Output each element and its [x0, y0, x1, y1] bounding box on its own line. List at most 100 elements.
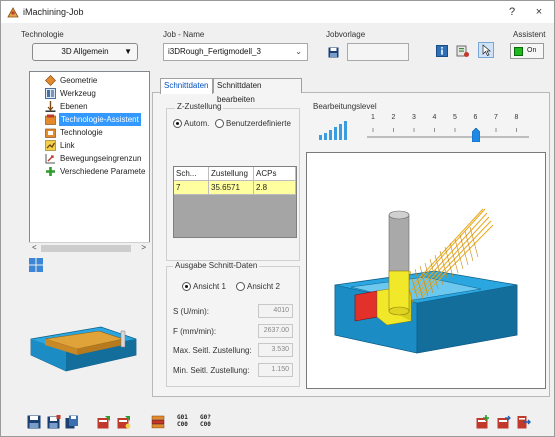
table-header-cell[interactable]: Zustellung	[209, 167, 254, 181]
max-stepover-label: Max. Seitl. Zustellung:	[173, 346, 252, 355]
tree-item-label: Werkzeug	[60, 89, 96, 98]
z-feed-label: Z-Zustellung	[175, 102, 224, 111]
spindle-speed-label: S (U/min):	[173, 307, 209, 316]
table-header-cell[interactable]: ACPs	[254, 167, 296, 181]
feed-rate-value: 2637.00	[258, 324, 293, 338]
table-cell: 35.6571	[209, 181, 254, 195]
grid-view-icon[interactable]	[29, 258, 43, 272]
tool-icon	[45, 88, 56, 99]
imachining-job-dialog: iMachining-Job ? × Technologie Job - Nam…	[0, 0, 555, 437]
technology-select-value: 3D Allgemein	[61, 47, 109, 56]
machining-level-slider[interactable]	[363, 120, 533, 142]
exit-job-icon[interactable]	[517, 415, 531, 429]
machining-level-label: Bearbeitungslevel	[313, 102, 377, 111]
tree-item-link[interactable]: Link	[30, 139, 149, 152]
slider-thumb[interactable]	[471, 128, 480, 142]
gcode-button-1[interactable]: G01 C00	[177, 414, 188, 428]
info-icon[interactable]	[436, 45, 448, 57]
pointer-cursor-icon[interactable]	[478, 42, 494, 58]
geometry-icon	[45, 75, 56, 86]
feed-rate-label: F (mm/min):	[173, 327, 217, 336]
min-stepover-value: 1.150	[258, 363, 293, 377]
radio-auto[interactable]	[173, 119, 182, 128]
scroll-right-arrow[interactable]: >	[141, 243, 146, 252]
technology-select[interactable]: 3D Allgemein ▼	[32, 43, 138, 61]
table-header-row: Sch... Zustellung ACPs	[174, 167, 296, 181]
radio-view-1-label: Ansicht 1	[193, 282, 226, 291]
3d-viewport[interactable]	[306, 152, 546, 389]
tree-item-label: Verschiedene Paramete	[60, 167, 146, 176]
assistant-label: Assistent	[513, 30, 546, 39]
tree-item-technologie-assistent[interactable]: Technologie-Assistent	[30, 113, 149, 126]
technology-icon	[45, 128, 56, 138]
table-cell: 2.8	[254, 181, 296, 195]
template-field[interactable]	[347, 43, 409, 61]
radio-view-2-label: Ansicht 2	[247, 282, 280, 291]
technology-label: Technologie	[21, 30, 64, 39]
radio-auto-label: Autom.	[184, 119, 210, 128]
tree-item-label: Link	[60, 141, 75, 150]
tree-horizontal-scrollbar[interactable]: < >	[29, 242, 150, 254]
tree-item-label: Technologie-Assistent	[59, 113, 141, 126]
template-label: Jobvorlage	[326, 30, 366, 39]
app-icon	[7, 7, 19, 18]
misc-params-icon	[46, 167, 55, 176]
radio-view-2[interactable]	[236, 282, 245, 291]
help-button[interactable]: ?	[501, 4, 523, 20]
output-label: Ausgabe Schnitt-Daten	[173, 261, 260, 270]
motion-limit-icon	[45, 154, 55, 164]
window-title: iMachining-Job	[23, 7, 84, 17]
save-as-icon[interactable]	[47, 415, 61, 429]
table-row[interactable]: 7 35.6571 2.8	[174, 181, 296, 195]
radio-user-defined[interactable]	[215, 119, 224, 128]
status-led-icon	[514, 47, 523, 56]
save-template-icon[interactable]	[328, 47, 339, 58]
tech-assistant-icon	[45, 114, 56, 125]
tree-item-label: Geometrie	[60, 76, 98, 85]
toolpath-3d-view	[334, 208, 518, 354]
gcode-button-2[interactable]: G0? C00	[200, 414, 211, 428]
cut-data-table: Sch... Zustellung ACPs 7 35.6571 2.8	[173, 166, 297, 238]
level-bars-icon	[319, 121, 347, 140]
assistant-toggle-label: On	[527, 47, 537, 54]
add-job-icon[interactable]	[476, 415, 490, 429]
calculate-simulate-icon[interactable]	[117, 415, 131, 429]
table-header-cell[interactable]: Sch...	[174, 167, 209, 181]
chevron-down-icon: ▼	[124, 47, 132, 56]
tree-item-ebenen[interactable]: Ebenen	[30, 100, 149, 113]
save-icon[interactable]	[27, 415, 41, 429]
part-preview-image	[30, 326, 137, 372]
tab-schnittdaten-bearbeiten[interactable]: Schnittdaten bearbeiten	[213, 78, 302, 104]
scroll-thumb[interactable]	[41, 245, 131, 252]
assistant-toggle[interactable]: On	[510, 43, 544, 59]
title-bar: iMachining-Job ? ×	[1, 1, 554, 23]
tree-item-label: Technologie	[60, 128, 103, 137]
tab-schnittdaten[interactable]: Schnittdaten	[160, 78, 213, 94]
table-cell: 7	[174, 181, 209, 195]
min-stepover-label: Min. Seitl. Zustellung:	[173, 366, 250, 375]
levels-icon	[45, 101, 56, 112]
toolpath-stack-icon[interactable]	[151, 415, 165, 429]
radio-view-1[interactable]	[182, 282, 191, 291]
save-all-icon[interactable]	[65, 415, 79, 429]
tree-item-verschiedene-parameter[interactable]: Verschiedene Paramete	[30, 165, 149, 178]
export-job-icon[interactable]	[497, 415, 511, 429]
database-icon[interactable]	[456, 44, 470, 58]
tree-item-geometrie[interactable]: Geometrie	[30, 74, 149, 87]
tree-item-label: Bewegungseingrenzun	[60, 154, 142, 163]
link-icon	[45, 140, 56, 151]
job-name-value: i3DRough_Fertigmodell_3	[168, 47, 261, 56]
max-stepover-value: 3.530	[258, 343, 293, 357]
tree-item-bewegungseingrenzung[interactable]: Bewegungseingrenzun	[30, 152, 149, 165]
close-button[interactable]: ×	[528, 4, 550, 20]
job-tree[interactable]: Geometrie Werkzeug Ebenen Technologie-As…	[29, 71, 150, 254]
calculate-icon[interactable]	[97, 415, 111, 429]
radio-user-defined-label: Benutzerdefinierte	[226, 119, 291, 128]
job-name-label: Job - Name	[163, 30, 205, 39]
tree-item-label: Ebenen	[60, 102, 88, 111]
scroll-left-arrow[interactable]: <	[32, 243, 37, 252]
tree-item-werkzeug[interactable]: Werkzeug	[30, 87, 149, 100]
spindle-speed-value: 4010	[258, 304, 293, 318]
job-name-field[interactable]: i3DRough_Fertigmodell_3 ⌄	[163, 43, 308, 61]
tree-item-technologie[interactable]: Technologie	[30, 126, 149, 139]
